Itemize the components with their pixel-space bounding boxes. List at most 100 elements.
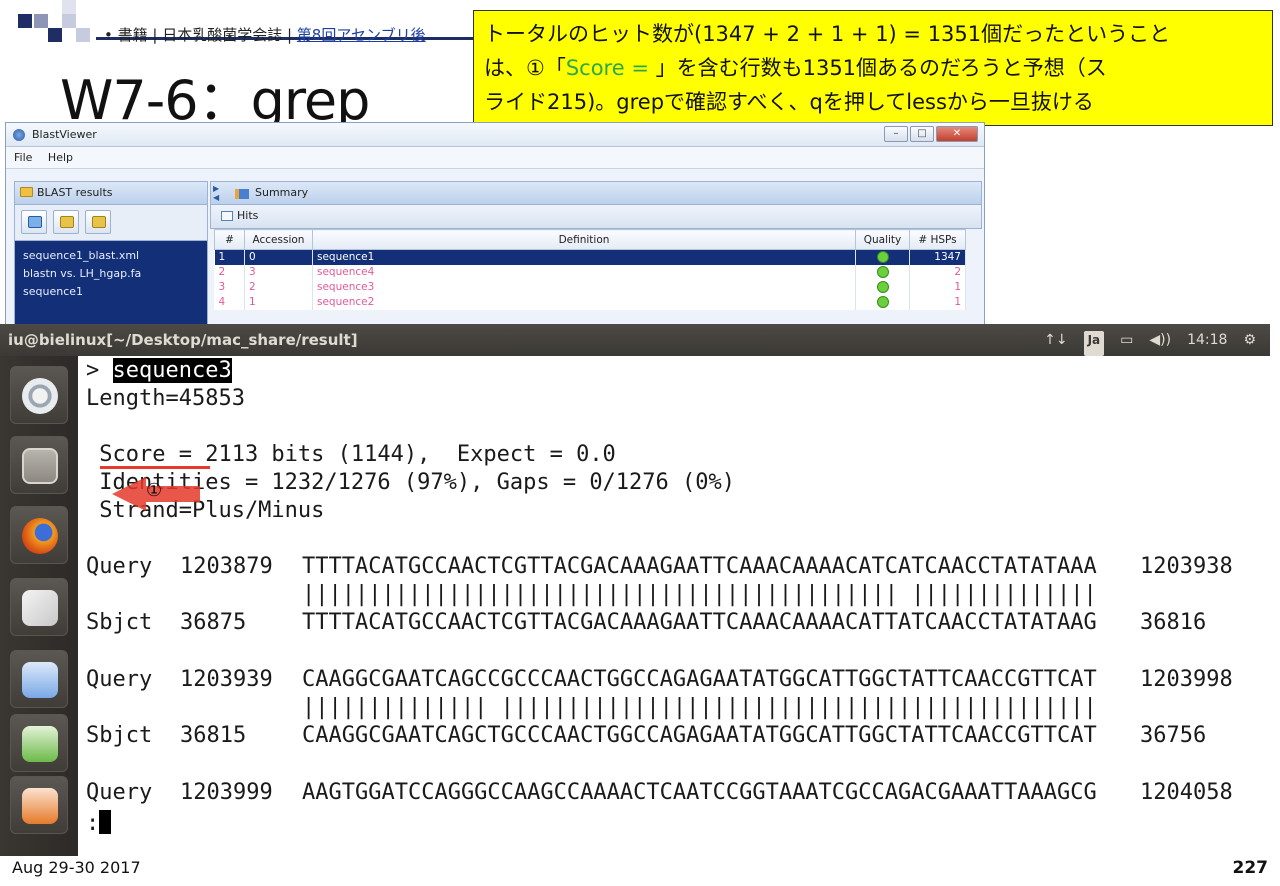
cell-accession: 2 xyxy=(244,279,313,295)
folder-icon xyxy=(20,187,33,197)
alignment-sequence: CAAGGCGAATCAGCCGCCCAACTGGCCAGAGAATATGGCA… xyxy=(302,667,1097,692)
volume-icon[interactable]: ◀)) xyxy=(1149,324,1171,356)
firefox-icon xyxy=(22,518,58,554)
decoration-square xyxy=(18,14,32,28)
document-icon xyxy=(22,662,58,698)
launcher-impress-button[interactable] xyxy=(10,776,68,834)
launcher-calc-button[interactable] xyxy=(10,714,68,772)
cell-definition: sequence2 xyxy=(312,294,856,310)
terminal-text: > xyxy=(86,358,113,383)
smiley-quality-icon xyxy=(876,281,889,293)
globe-icon xyxy=(28,216,42,228)
alignment-match-row: |||||||||||||| |||||||||||||||||||||||||… xyxy=(86,695,1140,720)
alignment-start: 1203939 xyxy=(180,667,273,692)
alignment-row: Query 1203999 AAGTGGATCCAGGGCCAAGCCAAAACTC… xyxy=(86,780,1233,805)
alignment-label: Sbjct xyxy=(86,723,153,748)
open-folder-button[interactable] xyxy=(53,210,79,234)
hits-label: Hits xyxy=(237,209,259,222)
terminal-line: Length=45853 xyxy=(86,386,245,411)
unity-launcher xyxy=(0,356,78,856)
maximize-button[interactable]: □ xyxy=(910,126,934,142)
alignment-end: 1203998 xyxy=(1140,667,1233,692)
launcher-mail-button[interactable] xyxy=(10,578,68,636)
column-header[interactable]: # xyxy=(214,229,245,250)
launcher-writer-button[interactable] xyxy=(10,650,68,708)
cell-definition: sequence4 xyxy=(312,264,856,280)
table-row[interactable]: 2 3 sequence4 2 xyxy=(214,264,966,280)
text-cursor xyxy=(99,810,112,834)
window-titlebar[interactable]: BlastViewer – □ ✕ xyxy=(6,123,984,147)
table-row[interactable]: 3 2 sequence3 1 xyxy=(214,279,966,295)
list-item[interactable]: sequence1_blast.xml xyxy=(23,247,199,265)
panel-title: BLAST results xyxy=(37,186,113,199)
clock[interactable]: 14:18 xyxy=(1187,324,1227,356)
callout-text: 」を含む行数も1351個あるのだろうと予想（ス xyxy=(655,56,1107,80)
column-header[interactable]: Definition xyxy=(312,229,856,250)
list-item[interactable]: blastn vs. LH_hgap.fa xyxy=(23,265,199,283)
table-row[interactable]: 1 0 sequence1 1347 xyxy=(214,249,966,265)
menu-bar: File Help xyxy=(6,147,984,169)
breadcrumb-link[interactable]: 第8回アセンブリ後 xyxy=(297,26,426,44)
table-row[interactable]: 4 1 sequence2 1 xyxy=(214,294,966,310)
alignment-row: Sbjct 36815 CAAGGCGAATCAGCTGCCCAACTGGCCAGA… xyxy=(86,723,1206,748)
list-item[interactable]: sequence1 xyxy=(23,283,199,301)
footer-date: Aug 29-30 2017 xyxy=(12,858,141,877)
hits-header: Hits xyxy=(210,205,982,229)
close-folder-button[interactable] xyxy=(85,210,111,234)
cell-quality xyxy=(855,294,910,310)
terminal-line: Score = 2113 bits (1144), Expect = 0.0 xyxy=(86,442,616,467)
launcher-firefox-button[interactable] xyxy=(10,506,68,564)
alignment-sequence: CAAGGCGAATCAGCTGCCCAACTGGCCAGAGAATATGGCA… xyxy=(302,723,1097,748)
window-controls: – □ ✕ xyxy=(884,126,978,142)
cell-quality xyxy=(855,249,910,265)
toolbar xyxy=(14,205,208,241)
collapse-arrows-icon[interactable]: ▶ ◀ xyxy=(213,184,219,202)
menu-help[interactable]: Help xyxy=(48,151,73,164)
minimize-button[interactable]: – xyxy=(884,126,908,142)
arrow-number-label: ① xyxy=(146,480,163,501)
panel-header: BLAST results xyxy=(14,181,208,205)
hits-table: # Accession Definition Quality # HSPs 10… xyxy=(214,229,966,310)
decoration-square xyxy=(34,14,48,28)
spreadsheet-icon xyxy=(22,726,58,762)
battery-icon[interactable]: ▭ xyxy=(1120,324,1133,356)
decoration-square xyxy=(62,14,76,28)
terminal-window[interactable]: > sequence3 Length=45853 Score = 2113 bi… xyxy=(78,356,1270,856)
settings-icon[interactable]: ⚙ xyxy=(1243,324,1256,356)
launcher-files-button[interactable] xyxy=(10,436,68,494)
breadcrumb-text: • 書籍 | 日本乳酸菌学会誌 | xyxy=(104,26,297,44)
menu-file[interactable]: File xyxy=(14,151,32,164)
alignment-label: Query xyxy=(86,667,153,692)
breadcrumb: • 書籍 | 日本乳酸菌学会誌 | 第8回アセンブリ後 xyxy=(104,24,426,45)
alignment-sequence: TTTTACATGCCAACTCGTTACGACAAAGAATTCAAACAAA… xyxy=(302,554,1097,579)
less-prompt[interactable]: : xyxy=(86,810,112,836)
column-header[interactable]: Quality xyxy=(855,229,910,250)
close-button[interactable]: ✕ xyxy=(936,126,978,142)
alignment-sequence: AAGTGGATCCAGGGCCAAGCCAAAACTCAATCCGGTAAAT… xyxy=(302,780,1097,805)
alignment-end: 1203938 xyxy=(1140,554,1233,579)
network-icon[interactable]: ↑↓ xyxy=(1044,324,1067,356)
callout-line: ライド215)。grepで確認すべく、qを押してlessから一旦抜ける xyxy=(484,90,1094,114)
window-title: BlastViewer xyxy=(32,128,97,141)
input-method-indicator[interactable]: Ja xyxy=(1083,331,1105,356)
smiley-quality-icon xyxy=(876,266,889,278)
summary-header[interactable]: ▶ ◀ Summary xyxy=(210,181,982,205)
cell-quality xyxy=(855,264,910,280)
cell-number: 1 xyxy=(214,249,245,265)
cell-accession: 1 xyxy=(244,294,313,310)
callout-box: トータルのヒット数が(1347 + 2 + 1 + 1) = 1351個だったと… xyxy=(473,10,1273,126)
cell-definition: sequence3 xyxy=(312,279,856,295)
open-blast-button[interactable] xyxy=(21,210,47,234)
window-path: iu@bielinux[~/Desktop/mac_share/result] xyxy=(8,331,358,349)
ubuntu-top-bar: iu@bielinux[~/Desktop/mac_share/result] … xyxy=(0,324,1270,356)
cell-hsps: 2 xyxy=(909,264,966,280)
callout-line: トータルのヒット数が(1347 + 2 + 1 + 1) = 1351個だったと… xyxy=(484,22,1171,46)
launcher-dash-button[interactable] xyxy=(10,366,68,424)
callout-text: は、①「 xyxy=(484,56,566,80)
column-header[interactable]: Accession xyxy=(244,229,313,250)
column-header[interactable]: # HSPs xyxy=(909,229,966,250)
system-tray: ↑↓ Ja ▭ ◀)) 14:18 ⚙ xyxy=(1044,324,1256,356)
alignment-row: Sbjct 36875 TTTTACATGCCAACTCGTTACGACAAAGAA… xyxy=(86,610,1206,635)
envelope-icon xyxy=(22,590,58,626)
file-cabinet-icon xyxy=(22,448,58,484)
